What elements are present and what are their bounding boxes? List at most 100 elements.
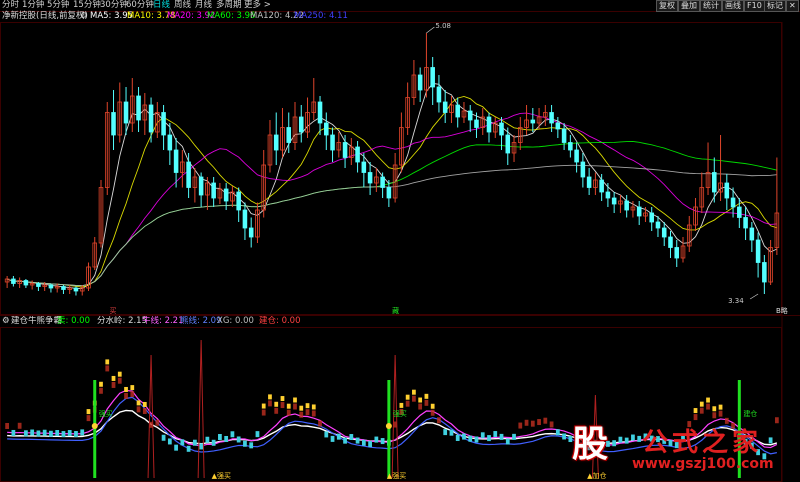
ma5-line <box>6 82 778 290</box>
osc-block <box>355 437 360 444</box>
osc-block <box>374 436 379 443</box>
candle <box>574 149 579 163</box>
strong-block <box>261 403 266 409</box>
osc-block <box>130 391 135 398</box>
candle <box>743 217 748 229</box>
osc-block <box>305 409 310 416</box>
osc-block <box>5 423 10 429</box>
osc-block <box>712 412 717 419</box>
osc-block <box>74 431 78 438</box>
candle <box>317 101 323 124</box>
strong-block <box>136 400 141 406</box>
osc-block <box>243 440 247 447</box>
osc-block <box>105 365 110 372</box>
osc-block <box>17 422 22 429</box>
osc-block <box>537 419 541 426</box>
candle <box>649 212 654 223</box>
osc-block <box>49 430 53 437</box>
osc-block <box>499 433 504 440</box>
jiancang-spike <box>197 339 205 479</box>
bottom-tag: ▲强买 <box>387 472 406 480</box>
osc-block <box>274 407 279 414</box>
osc-block <box>293 403 297 410</box>
candle <box>148 104 154 133</box>
osc-block <box>699 407 704 414</box>
osc-block <box>180 439 185 446</box>
candle <box>123 101 129 124</box>
osc-block <box>462 433 466 440</box>
candle <box>36 283 41 287</box>
strong-block <box>412 389 416 395</box>
osc-block <box>255 431 260 438</box>
osc-block <box>67 430 72 437</box>
strong-block <box>105 359 110 365</box>
osc-block <box>361 439 366 446</box>
candle <box>455 104 460 118</box>
osc-block <box>468 435 473 442</box>
candle <box>430 67 435 88</box>
candle <box>223 188 229 202</box>
bottom-tag: ▲强买 <box>212 472 231 480</box>
candle <box>417 74 423 91</box>
candle <box>755 239 761 263</box>
osc-block <box>518 422 523 429</box>
candle <box>505 134 511 154</box>
osc-block <box>24 430 28 437</box>
osc-block <box>167 438 172 445</box>
osc-block <box>286 409 291 416</box>
strong-block <box>111 375 116 381</box>
osc-block <box>487 435 491 442</box>
osc-block <box>318 420 322 427</box>
osc-block <box>405 400 410 407</box>
osc-block <box>230 431 235 438</box>
osc-block <box>280 402 285 409</box>
candle <box>61 286 66 290</box>
osc-block <box>268 400 272 407</box>
strong-block <box>699 401 704 407</box>
osc-block <box>55 430 60 437</box>
candle <box>530 119 536 124</box>
candle <box>324 122 329 136</box>
candle <box>330 134 335 151</box>
strong-block <box>706 397 710 403</box>
signal-tag: 强买 <box>393 410 407 418</box>
strong-block <box>424 393 429 399</box>
candle <box>586 176 592 188</box>
brand-url: www.gszj100.com <box>632 456 774 472</box>
osc-block <box>474 436 479 443</box>
stock-chart[interactable]: 5.083.34买藏 B略强买 强买 建仓▲强买 ▲强买 ▲加仓 <box>0 0 800 482</box>
candle <box>286 127 292 143</box>
strong-block <box>130 385 135 391</box>
candle <box>11 278 16 284</box>
strong-block <box>124 386 128 392</box>
osc-block <box>324 431 329 438</box>
candle <box>599 179 604 193</box>
osc-block <box>330 435 335 442</box>
osc-block <box>199 443 204 450</box>
osc-block <box>111 381 116 388</box>
jiancang-spike <box>147 354 155 479</box>
osc-block <box>336 433 341 440</box>
osc-block <box>524 419 529 426</box>
strong-block <box>293 397 297 403</box>
strong-block <box>117 371 122 377</box>
osc-block <box>11 429 16 436</box>
candle <box>661 227 667 238</box>
osc-block <box>424 399 429 406</box>
strong-block <box>305 403 310 409</box>
osc-block <box>61 431 66 438</box>
candle <box>724 182 730 199</box>
signal-tag: 强买 <box>99 410 113 418</box>
candle <box>561 128 567 143</box>
candle <box>655 221 661 229</box>
candle <box>605 191 611 199</box>
candle <box>380 176 385 188</box>
logo-mark: 股 <box>571 423 608 465</box>
candle <box>749 227 755 241</box>
candle <box>668 236 673 248</box>
osc-block <box>205 436 210 443</box>
osc-block <box>718 410 723 417</box>
osc-block <box>443 429 448 436</box>
osc-block <box>493 431 498 438</box>
osc-block <box>161 434 166 441</box>
